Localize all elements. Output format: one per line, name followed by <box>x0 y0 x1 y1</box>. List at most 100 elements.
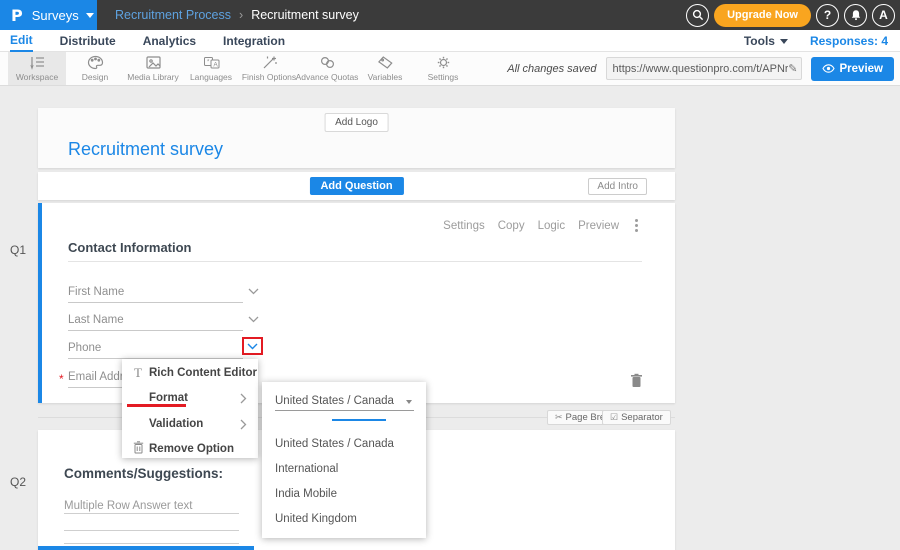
toolbar-item-label: Advance Quotas <box>296 72 359 82</box>
bell-icon <box>850 9 862 21</box>
separator-label: Separator <box>621 412 663 423</box>
contact-field-first-name[interactable]: First Name <box>68 282 243 303</box>
select-caret-icon <box>406 400 412 404</box>
contact-field-phone[interactable]: Phone <box>68 338 243 359</box>
format-option-international[interactable]: International <box>275 463 338 475</box>
search-icon <box>692 9 704 21</box>
tab-edit[interactable]: Edit <box>10 30 33 52</box>
add-logo-button[interactable]: Add Logo <box>324 113 389 132</box>
question-title-q1[interactable]: Contact Information <box>68 240 192 255</box>
notifications-button[interactable] <box>844 4 867 27</box>
question-title-q2[interactable]: Comments/Suggestions: <box>64 466 223 481</box>
menu-item-remove-option[interactable]: Remove Option <box>122 440 258 460</box>
separator-button[interactable]: Separator <box>602 410 671 425</box>
palette-icon <box>87 55 104 70</box>
question-settings-link[interactable]: Settings <box>443 220 485 232</box>
answer-placeholder: Multiple Row Answer text <box>64 500 192 512</box>
menu-item-validation[interactable]: Validation <box>122 415 258 435</box>
toolbar-item-label: Variables <box>368 72 403 82</box>
selected-element-edge <box>38 546 254 550</box>
chevron-down-icon[interactable] <box>248 316 259 323</box>
chevron-down-icon[interactable] <box>248 288 259 295</box>
select-focus-indicator <box>332 419 386 421</box>
format-option-us-canada[interactable]: United States / Canada <box>275 438 394 450</box>
upgrade-now-button[interactable]: Upgrade Now <box>714 4 811 27</box>
autosave-status: All changes saved <box>507 63 596 75</box>
trash-icon <box>630 373 643 388</box>
tab-integration[interactable]: Integration <box>223 30 285 52</box>
toolbar-item-languages[interactable]: *A Languages <box>182 52 240 85</box>
add-question-row: Add Question Add Intro <box>38 172 675 200</box>
survey-url-input[interactable] <box>613 63 789 75</box>
contact-field-last-name[interactable]: Last Name <box>68 310 243 331</box>
search-button[interactable] <box>686 4 709 27</box>
survey-title[interactable]: Recruitment survey <box>68 139 223 160</box>
toolbar-item-label: Settings <box>428 72 459 82</box>
chevron-right-icon <box>240 419 247 430</box>
question-title-rule <box>68 261 642 262</box>
toolbar-item-label: Finish Options <box>242 72 296 82</box>
add-question-button[interactable]: Add Question <box>309 177 403 195</box>
chain-links-icon <box>319 55 336 70</box>
header-actions: Upgrade Now ? A <box>686 0 895 30</box>
toolbar-item-media-library[interactable]: Media Library <box>124 52 182 85</box>
question-actions: Settings Copy Logic Preview <box>443 218 641 233</box>
toolbar-item-workspace[interactable]: Workspace <box>8 52 66 85</box>
toolbar-item-label: Languages <box>190 72 232 82</box>
svg-text:*: * <box>207 60 210 66</box>
multirow-answer-field[interactable]: Multiple Row Answer text <box>64 498 239 514</box>
format-option-united-kingdom[interactable]: United Kingdom <box>275 513 357 525</box>
toolbar-item-design[interactable]: Design <box>66 52 124 85</box>
preview-label: Preview <box>840 63 883 75</box>
field-label: Last Name <box>68 314 124 326</box>
annotation-underline <box>127 404 186 407</box>
option-context-menu: T Rich Content Editor Format Validation … <box>122 359 258 458</box>
toolbar-item-label: Design <box>82 72 108 82</box>
survey-url-box <box>606 57 802 80</box>
toolbar-item-settings[interactable]: Settings <box>414 52 472 85</box>
question-logic-link[interactable]: Logic <box>538 220 566 232</box>
delete-question-button[interactable] <box>630 373 643 391</box>
breadcrumb-folder[interactable]: Recruitment Process <box>115 8 231 22</box>
chevron-down-icon-active[interactable] <box>247 343 258 350</box>
question-number-q1: Q1 <box>10 243 26 257</box>
annotation-highlight-box <box>242 337 263 355</box>
answer-line <box>64 530 239 531</box>
toolbar-item-variables[interactable]: Variables <box>356 52 414 85</box>
format-submenu: United States / Canada United States / C… <box>262 382 426 538</box>
avatar[interactable]: A <box>872 4 895 27</box>
svg-text:A: A <box>213 62 218 69</box>
questionpro-logo: P <box>11 6 23 25</box>
product-name: Surveys <box>32 8 79 23</box>
help-button[interactable]: ? <box>816 4 839 27</box>
add-intro-button[interactable]: Add Intro <box>588 178 647 195</box>
tools-label: Tools <box>744 34 775 48</box>
surveys-menu[interactable]: P Surveys <box>0 0 97 30</box>
nav-right: Tools Responses: 4 <box>744 30 888 52</box>
format-option-india-mobile[interactable]: India Mobile <box>275 488 337 500</box>
tab-analytics[interactable]: Analytics <box>143 30 196 52</box>
toolbar-item-advance-quotas[interactable]: Advance Quotas <box>298 52 356 85</box>
chevron-down-icon <box>780 39 788 44</box>
trash-outline-icon <box>131 441 145 459</box>
more-options-icon[interactable] <box>632 218 641 233</box>
phone-format-select[interactable]: United States / Canada <box>275 392 414 411</box>
question-preview-link[interactable]: Preview <box>578 220 619 232</box>
menu-item-label: Remove Option <box>149 443 234 455</box>
breadcrumb-separator-icon: › <box>239 8 243 22</box>
question-copy-link[interactable]: Copy <box>498 220 525 232</box>
tools-menu[interactable]: Tools <box>744 34 788 48</box>
image-icon <box>145 55 162 70</box>
menu-item-rich-content-editor[interactable]: T Rich Content Editor <box>122 364 258 384</box>
selected-format-value: United States / Canada <box>275 395 394 407</box>
toolbar-item-finish-options[interactable]: Finish Options <box>240 52 298 85</box>
answer-line <box>64 543 239 544</box>
tag-icon <box>377 55 394 70</box>
edit-url-icon[interactable] <box>788 62 797 75</box>
tab-distribute[interactable]: Distribute <box>60 30 116 52</box>
translate-icon: *A <box>203 55 220 70</box>
question-number-q2: Q2 <box>10 475 26 489</box>
workspace-icon <box>29 55 46 70</box>
responses-link[interactable]: Responses: 4 <box>810 34 888 48</box>
preview-button[interactable]: Preview <box>811 57 894 81</box>
